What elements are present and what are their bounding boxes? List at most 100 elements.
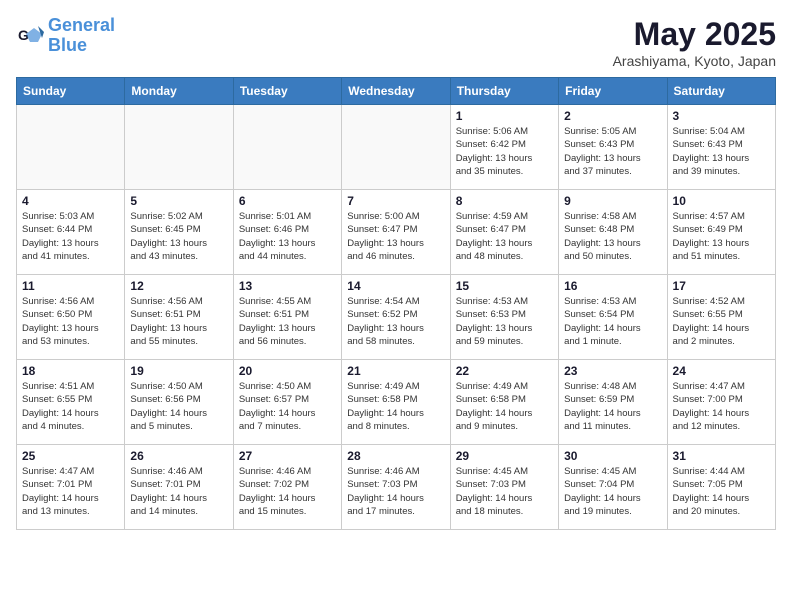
calendar-cell: 3 Sunrise: 5:04 AM Sunset: 6:43 PM Daylig… [667,105,775,190]
day-number: 28 [347,449,444,463]
day-info: Sunrise: 5:00 AM Sunset: 6:47 PM Dayligh… [347,210,444,263]
day-number: 26 [130,449,227,463]
weekday-header-thursday: Thursday [450,78,558,105]
calendar-week-5: 25 Sunrise: 4:47 AM Sunset: 7:01 PM Dayli… [17,445,776,530]
page-header: G GeneralBlue May 2025 Arashiyama, Kyoto… [16,16,776,69]
calendar-cell: 30 Sunrise: 4:45 AM Sunset: 7:04 PM Dayli… [559,445,667,530]
day-number: 21 [347,364,444,378]
weekday-header-saturday: Saturday [667,78,775,105]
weekday-header-monday: Monday [125,78,233,105]
calendar-cell: 2 Sunrise: 5:05 AM Sunset: 6:43 PM Daylig… [559,105,667,190]
calendar-cell [342,105,450,190]
day-info: Sunrise: 4:46 AM Sunset: 7:03 PM Dayligh… [347,465,444,518]
calendar-cell [17,105,125,190]
day-number: 11 [22,279,119,293]
day-number: 6 [239,194,336,208]
calendar-cell: 4 Sunrise: 5:03 AM Sunset: 6:44 PM Daylig… [17,190,125,275]
calendar-cell: 29 Sunrise: 4:45 AM Sunset: 7:03 PM Dayli… [450,445,558,530]
day-number: 29 [456,449,553,463]
day-info: Sunrise: 4:48 AM Sunset: 6:59 PM Dayligh… [564,380,661,433]
day-number: 24 [673,364,770,378]
calendar-cell: 25 Sunrise: 4:47 AM Sunset: 7:01 PM Dayli… [17,445,125,530]
calendar-cell: 15 Sunrise: 4:53 AM Sunset: 6:53 PM Dayli… [450,275,558,360]
calendar-cell: 7 Sunrise: 5:00 AM Sunset: 6:47 PM Daylig… [342,190,450,275]
day-info: Sunrise: 5:06 AM Sunset: 6:42 PM Dayligh… [456,125,553,178]
day-info: Sunrise: 5:04 AM Sunset: 6:43 PM Dayligh… [673,125,770,178]
day-info: Sunrise: 5:03 AM Sunset: 6:44 PM Dayligh… [22,210,119,263]
weekday-header-wednesday: Wednesday [342,78,450,105]
calendar-cell: 31Sunrise: 4:44 AM Sunset: 7:05 PM Dayli… [667,445,775,530]
calendar-cell: 21Sunrise: 4:49 AM Sunset: 6:58 PM Dayli… [342,360,450,445]
day-number: 12 [130,279,227,293]
day-info: Sunrise: 5:01 AM Sunset: 6:46 PM Dayligh… [239,210,336,263]
calendar-week-3: 11 Sunrise: 4:56 AM Sunset: 6:50 PM Dayli… [17,275,776,360]
day-number: 17 [673,279,770,293]
calendar-cell: 14 Sunrise: 4:54 AM Sunset: 6:52 PM Dayli… [342,275,450,360]
day-number: 15 [456,279,553,293]
day-info: Sunrise: 4:50 AM Sunset: 6:57 PM Dayligh… [239,380,336,433]
weekday-header-sunday: Sunday [17,78,125,105]
day-number: 18 [22,364,119,378]
day-number: 13 [239,279,336,293]
day-info: Sunrise: 4:52 AM Sunset: 6:55 PM Dayligh… [673,295,770,348]
day-number: 14 [347,279,444,293]
calendar-cell: 26 Sunrise: 4:46 AM Sunset: 7:01 PM Dayli… [125,445,233,530]
day-info: Sunrise: 4:53 AM Sunset: 6:54 PM Dayligh… [564,295,661,348]
calendar-cell: 28 Sunrise: 4:46 AM Sunset: 7:03 PM Dayli… [342,445,450,530]
calendar-table: SundayMondayTuesdayWednesdayThursdayFrid… [16,77,776,530]
day-info: Sunrise: 4:51 AM Sunset: 6:55 PM Dayligh… [22,380,119,433]
calendar-cell: 20Sunrise: 4:50 AM Sunset: 6:57 PM Dayli… [233,360,341,445]
day-info: Sunrise: 4:58 AM Sunset: 6:48 PM Dayligh… [564,210,661,263]
calendar-cell: 5 Sunrise: 5:02 AM Sunset: 6:45 PM Daylig… [125,190,233,275]
calendar-cell: 18 Sunrise: 4:51 AM Sunset: 6:55 PM Dayli… [17,360,125,445]
day-info: Sunrise: 4:54 AM Sunset: 6:52 PM Dayligh… [347,295,444,348]
calendar-cell [233,105,341,190]
logo-icon: G [16,22,44,50]
logo: G GeneralBlue [16,16,115,56]
weekday-header-friday: Friday [559,78,667,105]
calendar-cell: 27Sunrise: 4:46 AM Sunset: 7:02 PM Dayli… [233,445,341,530]
calendar-cell: 8 Sunrise: 4:59 AM Sunset: 6:47 PM Daylig… [450,190,558,275]
day-info: Sunrise: 5:05 AM Sunset: 6:43 PM Dayligh… [564,125,661,178]
calendar-week-2: 4 Sunrise: 5:03 AM Sunset: 6:44 PM Daylig… [17,190,776,275]
day-number: 4 [22,194,119,208]
day-number: 8 [456,194,553,208]
calendar-week-1: 1 Sunrise: 5:06 AM Sunset: 6:42 PM Daylig… [17,105,776,190]
day-info: Sunrise: 4:53 AM Sunset: 6:53 PM Dayligh… [456,295,553,348]
day-number: 16 [564,279,661,293]
day-number: 2 [564,109,661,123]
day-number: 27 [239,449,336,463]
day-number: 30 [564,449,661,463]
day-info: Sunrise: 4:59 AM Sunset: 6:47 PM Dayligh… [456,210,553,263]
calendar-cell: 22 Sunrise: 4:49 AM Sunset: 6:58 PM Dayli… [450,360,558,445]
day-info: Sunrise: 4:49 AM Sunset: 6:58 PM Dayligh… [456,380,553,433]
day-number: 3 [673,109,770,123]
day-number: 1 [456,109,553,123]
day-info: Sunrise: 4:45 AM Sunset: 7:03 PM Dayligh… [456,465,553,518]
day-info: Sunrise: 4:55 AM Sunset: 6:51 PM Dayligh… [239,295,336,348]
location-title: Arashiyama, Kyoto, Japan [613,53,776,69]
calendar-cell: 10Sunrise: 4:57 AM Sunset: 6:49 PM Dayli… [667,190,775,275]
day-info: Sunrise: 4:46 AM Sunset: 7:01 PM Dayligh… [130,465,227,518]
day-info: Sunrise: 5:02 AM Sunset: 6:45 PM Dayligh… [130,210,227,263]
day-number: 25 [22,449,119,463]
calendar-cell: 16 Sunrise: 4:53 AM Sunset: 6:54 PM Dayli… [559,275,667,360]
month-title: May 2025 [613,16,776,53]
calendar-header-row: SundayMondayTuesdayWednesdayThursdayFrid… [17,78,776,105]
day-info: Sunrise: 4:57 AM Sunset: 6:49 PM Dayligh… [673,210,770,263]
calendar-cell: 17 Sunrise: 4:52 AM Sunset: 6:55 PM Dayli… [667,275,775,360]
calendar-cell: 13 Sunrise: 4:55 AM Sunset: 6:51 PM Dayli… [233,275,341,360]
calendar-cell: 11 Sunrise: 4:56 AM Sunset: 6:50 PM Dayli… [17,275,125,360]
calendar-week-4: 18 Sunrise: 4:51 AM Sunset: 6:55 PM Dayli… [17,360,776,445]
calendar-cell: 24Sunrise: 4:47 AM Sunset: 7:00 PM Dayli… [667,360,775,445]
day-info: Sunrise: 4:45 AM Sunset: 7:04 PM Dayligh… [564,465,661,518]
calendar-cell: 9Sunrise: 4:58 AM Sunset: 6:48 PM Daylig… [559,190,667,275]
day-info: Sunrise: 4:56 AM Sunset: 6:50 PM Dayligh… [22,295,119,348]
day-info: Sunrise: 4:47 AM Sunset: 7:01 PM Dayligh… [22,465,119,518]
day-number: 7 [347,194,444,208]
day-number: 22 [456,364,553,378]
calendar-cell: 23Sunrise: 4:48 AM Sunset: 6:59 PM Dayli… [559,360,667,445]
calendar-cell: 19Sunrise: 4:50 AM Sunset: 6:56 PM Dayli… [125,360,233,445]
day-info: Sunrise: 4:50 AM Sunset: 6:56 PM Dayligh… [130,380,227,433]
day-number: 5 [130,194,227,208]
